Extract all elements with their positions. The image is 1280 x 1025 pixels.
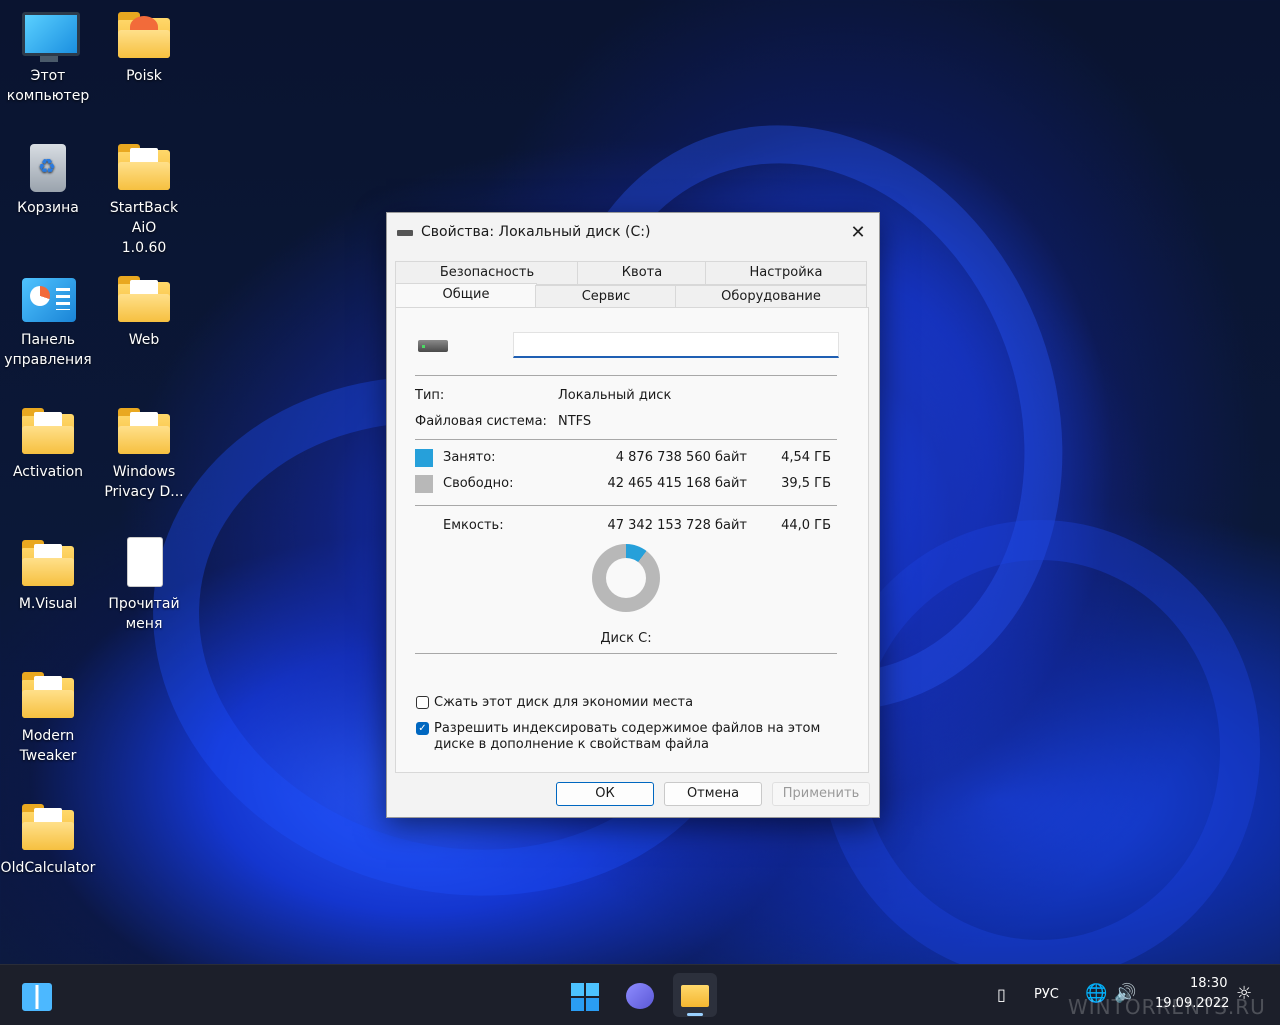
- volume-name-input[interactable]: [513, 332, 839, 358]
- properties-dialog: Свойства: Локальный диск (C:) ✕ Безопасн…: [386, 212, 880, 818]
- used-size: 4,54 ГБ: [781, 450, 831, 465]
- desktop-icon-label: OldCalculator: [0, 860, 96, 876]
- clock-time[interactable]: 18:30: [1190, 976, 1227, 991]
- compress-checkbox[interactable]: [416, 696, 429, 709]
- desktop-icon-label: Этот компьютер: [6, 68, 90, 104]
- type-value: Локальный диск: [558, 388, 672, 403]
- capacity-size: 44,0 ГБ: [781, 518, 831, 533]
- general-tab-panel: Тип: Локальный диск Файловая система: NT…: [395, 307, 869, 773]
- apply-button[interactable]: Применить: [772, 782, 870, 806]
- drive-icon: [397, 230, 413, 236]
- desktop-icon-label: StartBack AiO 1.0.60: [109, 200, 179, 256]
- folder-icon: [20, 670, 76, 722]
- desktop-icon-label: Modern Tweaker: [19, 728, 77, 764]
- desktop-icon-label: Прочитай меня: [108, 596, 180, 632]
- cancel-button[interactable]: Отмена: [664, 782, 762, 806]
- index-checkbox[interactable]: ✓: [416, 722, 429, 735]
- divider: [415, 505, 837, 506]
- folder-icon: [20, 538, 76, 590]
- folder-icon: [20, 406, 76, 458]
- chat-icon: [626, 983, 654, 1009]
- folder-icon: [681, 985, 709, 1007]
- type-label: Тип:: [415, 388, 445, 403]
- desktop-icon-this-pc[interactable]: Этот компьютер: [0, 0, 96, 106]
- folder-icon: [116, 274, 172, 326]
- taskbar: ▯ РУС 🌐 🔊 18:30 19.09.2022 ☼ WINTORRENTS…: [0, 964, 1280, 1025]
- desktop-icon-label: Activation: [12, 464, 84, 480]
- control-panel-icon: [20, 274, 76, 326]
- desktop-icon-control-panel[interactable]: Панель управления: [0, 264, 96, 370]
- usb-icon[interactable]: ▯: [997, 985, 1006, 1004]
- desktop-icon-modern-tweaker[interactable]: Modern Tweaker: [0, 660, 96, 766]
- disk-label: Диск C:: [600, 631, 652, 646]
- tab-tools[interactable]: Сервис: [535, 285, 677, 309]
- close-button[interactable]: ✕: [843, 219, 873, 247]
- widgets-icon: [22, 983, 52, 1011]
- filesystem-label: Файловая система:: [415, 414, 547, 429]
- desktop-icon-mvisual[interactable]: M.Visual: [0, 528, 96, 614]
- compress-label[interactable]: Сжать этот диск для экономии места: [434, 695, 693, 710]
- capacity-bytes: 47 342 153 728 байт: [607, 518, 747, 533]
- desktop-icon-label: Windows Privacy D...: [104, 464, 184, 500]
- ok-button[interactable]: ОК: [556, 782, 654, 806]
- free-space-swatch: [415, 475, 433, 493]
- disk-usage-donut: [592, 544, 660, 612]
- tab-hardware[interactable]: Оборудование: [675, 285, 867, 309]
- used-bytes: 4 876 738 560 байт: [615, 450, 747, 465]
- divider: [415, 653, 837, 654]
- folder-icon: [20, 802, 76, 854]
- capacity-label: Емкость:: [443, 518, 504, 533]
- free-bytes: 42 465 415 168 байт: [607, 476, 747, 491]
- filesystem-value: NTFS: [558, 414, 592, 429]
- desktop-icon-label: Корзина: [17, 200, 79, 216]
- folder-icon: [116, 10, 172, 62]
- folder-icon: [116, 406, 172, 458]
- chat-button[interactable]: [618, 973, 662, 1017]
- document-icon: [116, 538, 172, 590]
- widgets-button[interactable]: [14, 973, 58, 1017]
- recycle-bin-icon: [20, 142, 76, 194]
- desktop-icon-label: M.Visual: [18, 596, 78, 612]
- hard-drive-icon: [418, 340, 448, 352]
- desktop-icon-poisk[interactable]: Poisk: [96, 0, 192, 86]
- desktop-icon-startback[interactable]: StartBack AiO 1.0.60: [96, 132, 192, 258]
- dialog-titlebar[interactable]: Свойства: Локальный диск (C:) ✕: [387, 213, 879, 253]
- desktop-icon-oldcalculator[interactable]: OldCalculator: [0, 792, 96, 878]
- used-label: Занято:: [443, 450, 496, 465]
- dialog-title: Свойства: Локальный диск (C:): [421, 224, 651, 240]
- free-size: 39,5 ГБ: [781, 476, 831, 491]
- desktop-icon-readme[interactable]: Прочитай меня: [96, 528, 192, 634]
- desktop-icon-windows-privacy[interactable]: Windows Privacy D...: [96, 396, 192, 502]
- used-space-swatch: [415, 449, 433, 467]
- index-label-line1[interactable]: Разрешить индексировать содержимое файло…: [434, 721, 820, 736]
- divider: [415, 375, 837, 376]
- tab-general[interactable]: Общие: [395, 283, 537, 310]
- desktop-icon-activation[interactable]: Activation: [0, 396, 96, 482]
- folder-icon: [116, 142, 172, 194]
- monitor-icon: [20, 10, 80, 62]
- watermark: WINTORRENTS.RU: [1068, 995, 1266, 1019]
- desktop-icon-label: Web: [128, 332, 160, 348]
- wallpaper-swirl: [820, 520, 1260, 980]
- tab-customize[interactable]: Настройка: [705, 261, 867, 285]
- free-label: Свободно:: [443, 476, 514, 491]
- desktop-icon-label: Poisk: [126, 68, 162, 84]
- tab-quota[interactable]: Квота: [577, 261, 707, 285]
- tab-security[interactable]: Безопасность: [395, 261, 579, 285]
- start-button[interactable]: [563, 973, 607, 1017]
- index-label-line2[interactable]: диске в дополнение к свойствам файла: [434, 737, 709, 752]
- desktop-icon-web[interactable]: Web: [96, 264, 192, 350]
- language-indicator[interactable]: РУС: [1034, 987, 1059, 1002]
- desktop-icon-label: Панель управления: [4, 332, 92, 368]
- desktop-icon-recycle-bin[interactable]: Корзина: [0, 132, 96, 218]
- windows-logo-icon: [571, 983, 599, 1011]
- active-indicator: [687, 1013, 703, 1016]
- file-explorer-button[interactable]: [673, 973, 717, 1017]
- divider: [415, 439, 837, 440]
